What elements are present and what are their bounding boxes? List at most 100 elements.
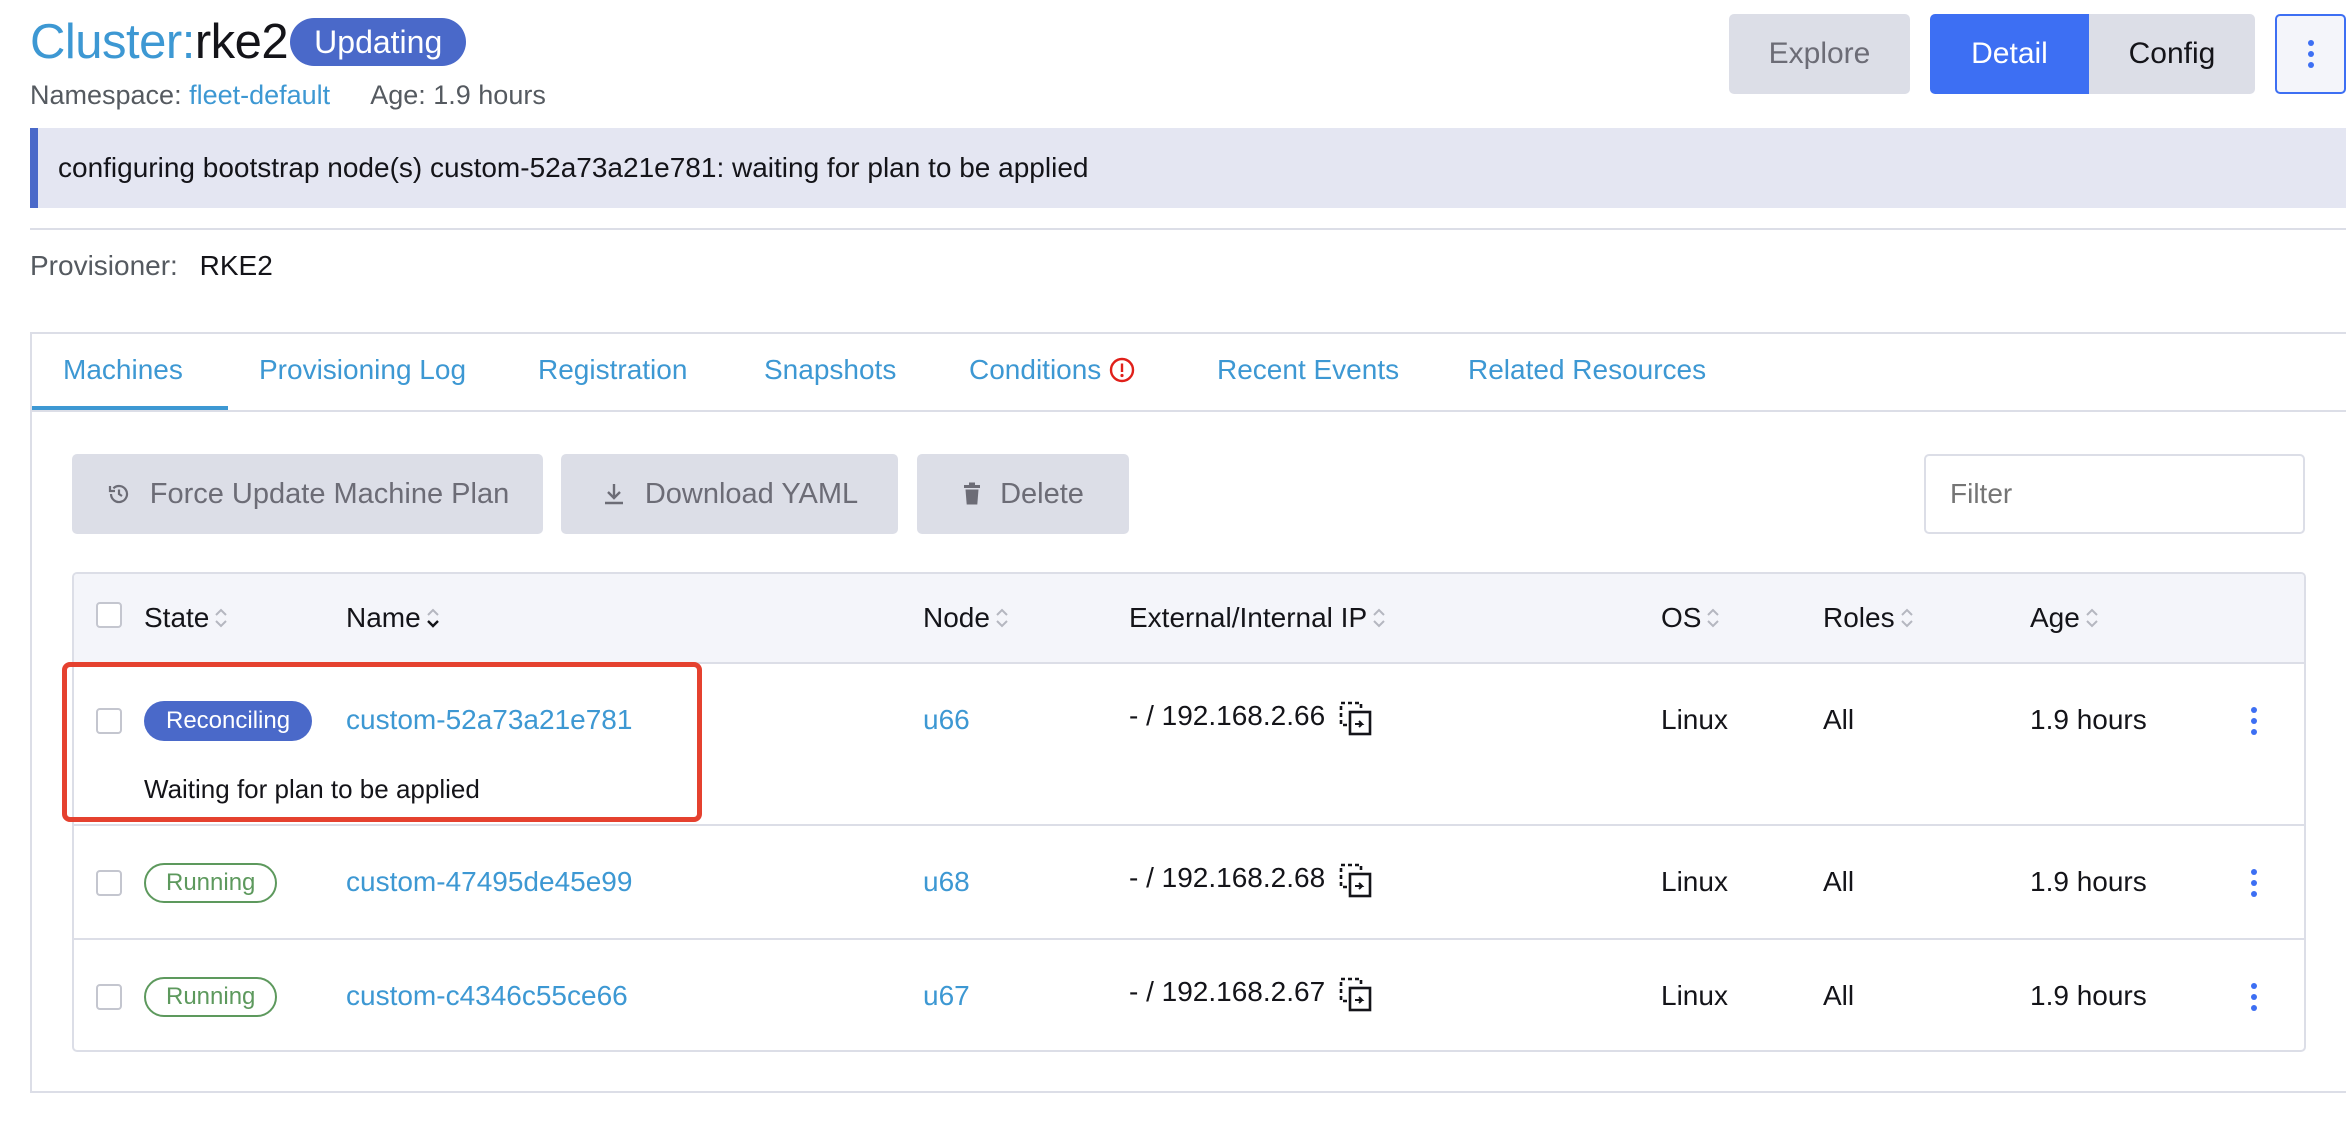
table-row[interactable]: Running custom-c4346c55ce66 u67 - / 192.…: [74, 940, 2304, 1050]
sort-icon: [2086, 608, 2098, 628]
column-label-node: Node: [923, 602, 990, 633]
force-update-machine-plan-button[interactable]: Force Update Machine Plan: [72, 454, 543, 534]
column-header-ip[interactable]: External/Internal IP: [1129, 602, 1387, 634]
provisioner-value: RKE2: [199, 250, 273, 281]
provisioner-label: Provisioner:: [30, 250, 178, 281]
sort-icon: [1900, 608, 1913, 628]
detail-button[interactable]: Detail: [1930, 14, 2089, 94]
row-actions-kebab-icon[interactable]: [2250, 706, 2258, 736]
copy-icon[interactable]: [1338, 700, 1376, 738]
download-yaml-label: Download YAML: [644, 477, 859, 510]
tab-registration[interactable]: Registration: [538, 354, 687, 386]
row-checkbox[interactable]: [96, 984, 122, 1010]
download-yaml-button[interactable]: Download YAML: [561, 454, 898, 534]
node-link[interactable]: u66: [923, 704, 970, 736]
tab-conditions[interactable]: Conditions: [969, 354, 1135, 386]
view-toggle: Detail Config: [1930, 14, 2255, 94]
column-header-state[interactable]: State: [144, 602, 229, 634]
column-label-state: State: [144, 602, 210, 633]
banner-message: configuring bootstrap node(s) custom-52a…: [58, 152, 1089, 183]
row-checkbox[interactable]: [96, 708, 122, 734]
node-link[interactable]: u67: [923, 980, 970, 1012]
machine-roles: All: [1823, 704, 1855, 735]
state-badge-running: Running: [144, 863, 278, 903]
machine-ip: - / 192.168.2.66: [1129, 700, 1326, 731]
machine-roles: All: [1823, 980, 1855, 1011]
namespace-label: Namespace:: [30, 80, 182, 110]
column-label-name: Name: [346, 602, 421, 633]
copy-icon[interactable]: [1338, 862, 1376, 900]
machine-age: 1.9 hours: [2030, 866, 2147, 897]
sort-icon: [1373, 608, 1385, 628]
title-prefix: Cluster:: [30, 15, 195, 69]
machine-name-link[interactable]: custom-c4346c55ce66: [346, 980, 628, 1012]
age-value: 1.9 hours: [433, 80, 546, 110]
row-actions-kebab-icon[interactable]: [2250, 868, 2258, 898]
explore-button[interactable]: Explore: [1729, 14, 1910, 94]
table-header: State Name Node External/Internal IP OS …: [74, 574, 2304, 664]
machine-age: 1.9 hours: [2030, 704, 2147, 735]
delete-button[interactable]: Delete: [917, 454, 1129, 534]
copy-icon[interactable]: [1338, 976, 1376, 1014]
machine-os: Linux: [1661, 704, 1728, 735]
column-header-os[interactable]: OS: [1661, 602, 1721, 634]
tab-snapshots[interactable]: Snapshots: [764, 354, 896, 386]
select-all-checkbox[interactable]: [96, 602, 122, 628]
table-row[interactable]: Running custom-47495de45e99 u68 - / 192.…: [74, 826, 2304, 940]
delete-label: Delete: [1000, 477, 1084, 510]
column-label-ip: External/Internal IP: [1129, 602, 1368, 633]
tab-conditions-label: Conditions: [969, 354, 1102, 385]
config-button[interactable]: Config: [2089, 14, 2255, 94]
age-label: Age:: [370, 80, 426, 110]
column-label-os: OS: [1661, 602, 1702, 633]
sort-icon: [215, 608, 228, 628]
machine-roles: All: [1823, 866, 1855, 897]
header-actions: Explore Detail Config: [1729, 14, 2255, 94]
column-header-age[interactable]: Age: [2030, 602, 2100, 634]
state-badge-reconciling: Reconciling: [144, 701, 313, 741]
machine-os: Linux: [1661, 866, 1728, 897]
machine-name-link[interactable]: custom-47495de45e99: [346, 866, 632, 898]
machine-os: Linux: [1661, 980, 1728, 1011]
tab-machines[interactable]: Machines: [63, 354, 183, 386]
warning-circle-icon: [1109, 357, 1135, 383]
machines-table: State Name Node External/Internal IP OS …: [72, 572, 2306, 1052]
row-status-message: Waiting for plan to be applied: [144, 774, 480, 804]
column-header-name[interactable]: Name: [346, 602, 441, 634]
row-checkbox[interactable]: [96, 870, 122, 896]
row-actions-kebab-icon[interactable]: [2250, 982, 2258, 1012]
machine-name-link[interactable]: custom-52a73a21e781: [346, 704, 632, 736]
active-tab-indicator: [32, 406, 228, 410]
sort-icon: [426, 608, 439, 628]
machine-age: 1.9 hours: [2030, 980, 2147, 1011]
status-banner: configuring bootstrap node(s) custom-52a…: [30, 128, 2346, 208]
column-label-roles: Roles: [1823, 602, 1895, 633]
age-info: Age: 1.9 hours: [370, 80, 546, 111]
tab-recent-events[interactable]: Recent Events: [1217, 354, 1399, 386]
filter-input[interactable]: [1924, 454, 2305, 534]
namespace-link[interactable]: fleet-default: [189, 80, 330, 110]
kebab-vertical-icon: [2307, 40, 2314, 68]
table-row[interactable]: Reconciling custom-52a73a21e781 u66 - / …: [74, 664, 2304, 826]
column-header-node[interactable]: Node: [923, 602, 1010, 634]
tab-related-resources[interactable]: Related Resources: [1468, 354, 1706, 386]
machine-ip: - / 192.168.2.67: [1129, 976, 1326, 1007]
divider: [30, 228, 2346, 230]
tab-provisioning-log[interactable]: Provisioning Log: [259, 354, 466, 386]
cluster-meta: Namespace: fleet-default Age: 1.9 hours: [30, 80, 546, 111]
force-update-label: Force Update Machine Plan: [149, 477, 510, 510]
cluster-state-badge: Updating: [290, 18, 467, 66]
cluster-name: rke2: [194, 15, 289, 69]
sort-icon: [996, 608, 1008, 628]
state-badge-running: Running: [144, 977, 278, 1017]
history-icon: [108, 484, 128, 504]
download-icon: [604, 484, 623, 505]
column-header-roles[interactable]: Roles: [1823, 602, 1915, 634]
node-link[interactable]: u68: [923, 866, 970, 898]
provisioner-info: Provisioner: RKE2: [30, 250, 273, 282]
sort-icon: [1707, 608, 1720, 628]
tab-bar: Machines Provisioning Log Registration S…: [32, 334, 2346, 412]
machine-ip: - / 192.168.2.68: [1129, 862, 1326, 893]
tabs-panel: Machines Provisioning Log Registration S…: [30, 332, 2346, 1093]
more-actions-button[interactable]: [2275, 14, 2346, 94]
